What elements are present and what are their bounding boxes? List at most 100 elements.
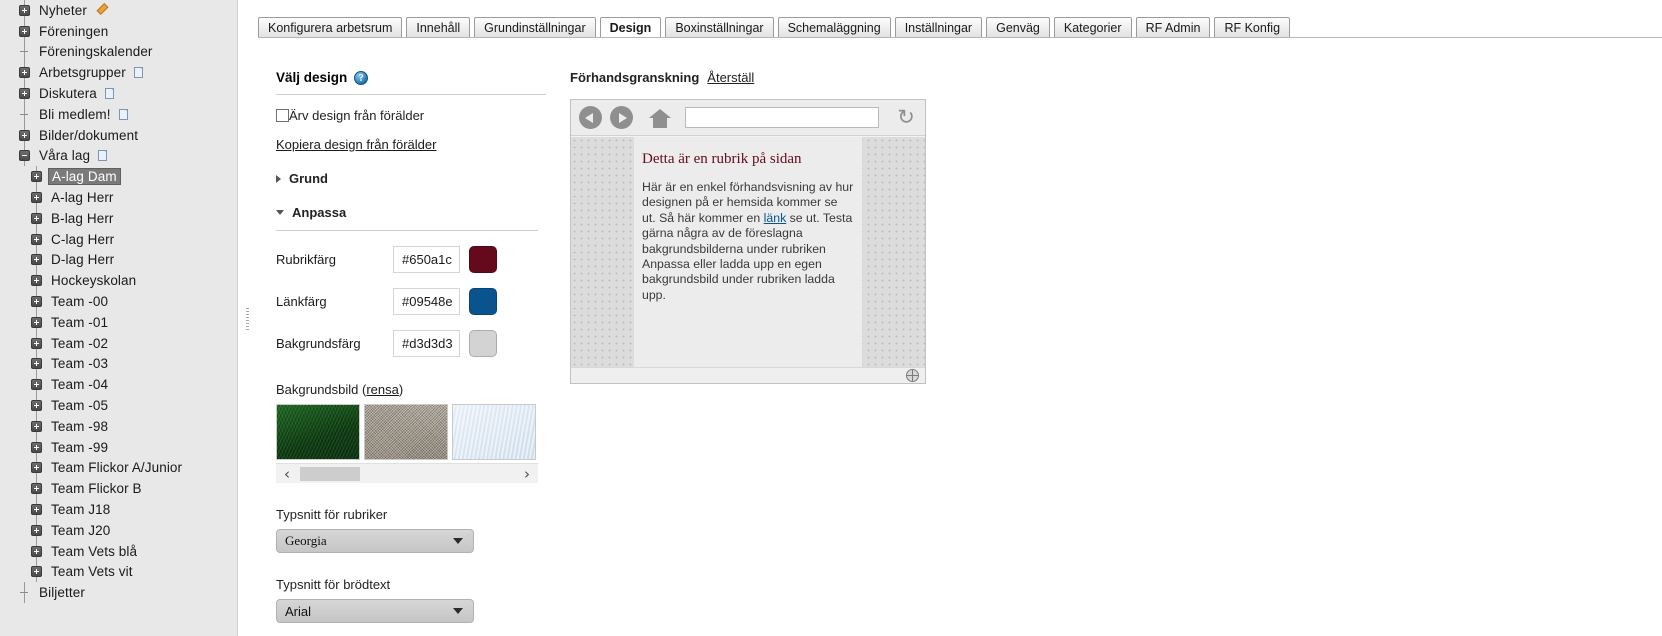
tree-item-team-03[interactable]: Team -03 bbox=[0, 353, 237, 375]
url-input[interactable] bbox=[685, 107, 879, 128]
expand-plus-icon[interactable] bbox=[31, 379, 42, 391]
expand-plus-icon[interactable] bbox=[31, 296, 42, 308]
expand-plus-icon[interactable] bbox=[31, 337, 42, 349]
color-value-input[interactable]: #09548e bbox=[393, 287, 460, 315]
tab-konfigurera-arbetsrum[interactable]: Konfigurera arbetsrum bbox=[258, 17, 403, 38]
tab-inst-llningar[interactable]: Inställningar bbox=[894, 17, 983, 38]
tree-item-team-vets-vit[interactable]: Team Vets vit bbox=[0, 561, 237, 583]
scrollbar-thumb[interactable] bbox=[300, 466, 360, 481]
tree-item-team-98[interactable]: Team -98 bbox=[0, 415, 237, 437]
tab-genv-g[interactable]: Genväg bbox=[986, 17, 1050, 38]
tree-item-diskutera[interactable]: Diskutera bbox=[0, 83, 237, 104]
expand-plus-icon[interactable] bbox=[31, 524, 42, 536]
expand-plus-icon[interactable] bbox=[31, 171, 42, 183]
expand-plus-icon[interactable] bbox=[31, 420, 42, 432]
tree-item-arbetsgrupper[interactable]: Arbetsgrupper bbox=[0, 62, 237, 84]
tree-item-team-02[interactable]: Team -02 bbox=[0, 332, 237, 354]
scroll-left-arrow-icon[interactable]: ‹ bbox=[276, 465, 298, 483]
home-icon[interactable] bbox=[649, 108, 671, 128]
forward-arrow-icon[interactable] bbox=[610, 106, 633, 129]
expand-plus-icon[interactable] bbox=[31, 504, 42, 516]
gravel-thumbnail[interactable] bbox=[364, 404, 448, 460]
preview-reset-link[interactable]: Återställ bbox=[707, 70, 754, 85]
expand-plus-icon[interactable] bbox=[19, 25, 30, 37]
tree-item-f-reningskalender[interactable]: Föreningskalender bbox=[0, 41, 237, 63]
tree-item-bilder-dokument[interactable]: Bilder/dokument bbox=[0, 124, 237, 146]
color-swatch-button[interactable] bbox=[469, 287, 497, 315]
expand-plus-icon[interactable] bbox=[19, 129, 30, 141]
tree-item-team-01[interactable]: Team -01 bbox=[0, 311, 237, 333]
heading-font-select[interactable]: Georgia bbox=[276, 529, 474, 553]
expand-plus-icon[interactable] bbox=[31, 483, 42, 495]
expand-plus-icon[interactable] bbox=[31, 212, 42, 224]
color-swatch-button[interactable] bbox=[469, 245, 497, 273]
tree-item-bli-medlem[interactable]: Bli medlem! bbox=[0, 103, 237, 125]
expand-plus-icon[interactable] bbox=[31, 400, 42, 412]
expand-plus-icon[interactable] bbox=[31, 254, 42, 266]
color-swatch-button[interactable] bbox=[469, 329, 497, 357]
expand-plus-icon[interactable] bbox=[31, 275, 42, 287]
navigation-tree-sidebar[interactable]: Nyheter Föreningen Föreningskalender Arbets… bbox=[0, 0, 238, 636]
expand-plus-icon[interactable] bbox=[19, 4, 30, 16]
tree-item-team-05[interactable]: Team -05 bbox=[0, 395, 237, 416]
tree-item-team-00[interactable]: Team -00 bbox=[0, 291, 237, 312]
ice-thumbnail[interactable] bbox=[452, 404, 536, 460]
expand-plus-icon[interactable] bbox=[31, 233, 42, 245]
preview-body-link[interactable]: länk bbox=[764, 211, 787, 225]
inherit-design-row[interactable]: Ärv design från förälder bbox=[276, 108, 546, 123]
tree-item-team-j18[interactable]: Team J18 bbox=[0, 499, 237, 520]
background-thumbnail-list[interactable] bbox=[276, 404, 538, 460]
section-grund-header[interactable]: Grund bbox=[276, 171, 546, 186]
expand-plus-icon[interactable] bbox=[31, 545, 42, 557]
tree-item-team-99[interactable]: Team -99 bbox=[0, 436, 237, 458]
reload-icon[interactable]: ↻ bbox=[895, 106, 917, 129]
tab-design[interactable]: Design bbox=[599, 17, 662, 38]
collapse-minus-icon[interactable] bbox=[19, 150, 30, 162]
tree-item-b-lag-herr[interactable]: B-lag Herr bbox=[0, 207, 237, 229]
tree-item-hockeyskolan[interactable]: Hockeyskolan bbox=[0, 270, 237, 292]
help-icon[interactable]: ? bbox=[354, 70, 369, 85]
tree-item-team-flickor-b[interactable]: Team Flickor B bbox=[0, 478, 237, 500]
scroll-right-arrow-icon[interactable]: › bbox=[516, 465, 538, 483]
inherit-design-checkbox[interactable] bbox=[276, 109, 289, 122]
background-image-clear-link[interactable]: rensa bbox=[366, 382, 399, 397]
color-value-input[interactable]: #d3d3d3 bbox=[393, 329, 460, 357]
grass-thumbnail[interactable] bbox=[276, 404, 360, 460]
expand-plus-icon[interactable] bbox=[31, 566, 42, 578]
expand-plus-icon[interactable] bbox=[31, 462, 42, 474]
body-font-select[interactable]: Arial bbox=[276, 599, 474, 623]
tree-item-biljetter[interactable]: Biljetter bbox=[0, 582, 237, 604]
copy-design-link[interactable]: Kopiera design från förälder bbox=[276, 137, 436, 152]
tree-item-d-lag-herr[interactable]: D-lag Herr bbox=[0, 249, 237, 271]
color-value-input[interactable]: #650a1c bbox=[393, 245, 460, 273]
tab-rf-admin[interactable]: RF Admin bbox=[1135, 17, 1211, 38]
tab-inneh-ll[interactable]: Innehåll bbox=[406, 17, 471, 38]
tree-item-team-04[interactable]: Team -04 bbox=[0, 374, 237, 396]
expand-plus-icon[interactable] bbox=[31, 316, 42, 328]
tab-rf-konfig[interactable]: RF Konfig bbox=[1214, 17, 1291, 38]
tab-schemal-ggning[interactable]: Schemaläggning bbox=[777, 17, 891, 38]
thumbnail-scroller[interactable]: ‹ › bbox=[276, 463, 538, 483]
section-anpassa-header[interactable]: Anpassa bbox=[276, 205, 546, 220]
tab-grundinst-llningar[interactable]: Grundinställningar bbox=[474, 17, 596, 38]
expand-plus-icon[interactable] bbox=[31, 358, 42, 370]
expand-plus-icon[interactable] bbox=[31, 441, 42, 453]
tab-boxinst-llningar[interactable]: Boxinställningar bbox=[665, 17, 774, 38]
tree-item-c-lag-herr[interactable]: C-lag Herr bbox=[0, 228, 237, 250]
tab-kategorier[interactable]: Kategorier bbox=[1053, 17, 1132, 38]
tree-item-team-flickor-a-junior[interactable]: Team Flickor A/Junior bbox=[0, 457, 237, 479]
tab-bar[interactable]: Konfigurera arbetsrum Innehåll Grundinstäl… bbox=[258, 16, 1291, 38]
tree-item-a-lag-herr[interactable]: A-lag Herr bbox=[0, 187, 237, 208]
tree-item-v-ra-lag[interactable]: Våra lag bbox=[0, 145, 237, 167]
back-arrow-icon[interactable] bbox=[579, 106, 602, 129]
tree-item-team-j20[interactable]: Team J20 bbox=[0, 519, 237, 541]
tree-item-a-lag-dam[interactable]: A-lag Dam bbox=[0, 166, 237, 188]
tree-item-f-reningen[interactable]: Föreningen bbox=[0, 20, 237, 42]
splitter-grip-icon[interactable] bbox=[246, 308, 249, 330]
tree-item-team-vets-bl[interactable]: Team Vets blå bbox=[0, 540, 237, 562]
expand-plus-icon[interactable] bbox=[31, 192, 42, 204]
expand-plus-icon[interactable] bbox=[19, 88, 30, 100]
expand-plus-icon[interactable] bbox=[19, 67, 30, 79]
sidebar-splitter[interactable] bbox=[240, 0, 254, 636]
tree-item-nyheter[interactable]: Nyheter bbox=[0, 0, 237, 21]
